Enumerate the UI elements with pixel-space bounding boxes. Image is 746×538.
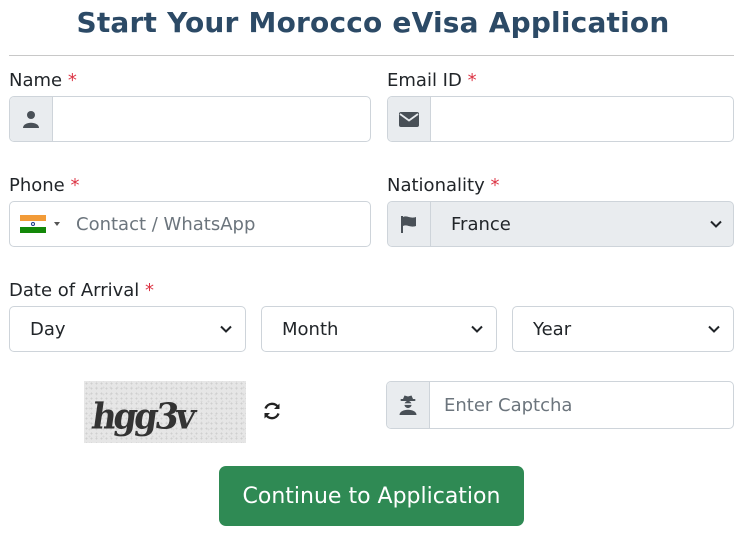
required-mark: * (467, 70, 477, 91)
captcha-field-group (386, 381, 734, 429)
email-field-group (387, 96, 734, 142)
chevron-down-icon (708, 325, 720, 333)
continue-button[interactable]: Continue to Application (219, 466, 524, 526)
user-secret-icon (387, 382, 430, 428)
arrival-label-text: Date of Arrival (9, 280, 140, 301)
captcha-image: hgg3v (84, 381, 246, 443)
year-select-value: Year (533, 318, 572, 340)
name-label-text: Name (9, 70, 63, 91)
phone-label-text: Phone (9, 175, 65, 196)
chevron-down-icon (471, 325, 483, 333)
email-label-text: Email ID (387, 70, 462, 91)
required-mark: * (490, 175, 500, 196)
nationality-label-text: Nationality (387, 175, 485, 196)
chevron-down-icon (710, 220, 722, 228)
phone-label: Phone * (9, 175, 80, 196)
india-flag-icon (20, 215, 46, 233)
captcha-input[interactable] (430, 382, 733, 428)
title-divider (9, 55, 734, 56)
phone-input[interactable] (66, 202, 370, 246)
month-select[interactable]: Month (261, 306, 497, 352)
caret-down-icon (54, 222, 60, 226)
chevron-down-icon (220, 325, 232, 333)
page-title: Start Your Morocco eVisa Application (76, 6, 670, 39)
required-mark: * (67, 70, 77, 91)
required-mark: * (70, 175, 80, 196)
user-icon (10, 97, 53, 141)
envelope-icon (388, 97, 431, 141)
nationality-select[interactable]: France (431, 202, 733, 246)
day-select[interactable]: Day (9, 306, 246, 352)
name-input[interactable] (53, 97, 370, 141)
country-code-selector[interactable] (10, 202, 66, 246)
name-label: Name * (9, 70, 77, 91)
nationality-label: Nationality * (387, 175, 499, 196)
refresh-icon[interactable] (261, 400, 283, 422)
captcha-image-text: hgg3v (89, 396, 196, 438)
arrival-label: Date of Arrival * (9, 280, 154, 301)
nationality-field-group: France (387, 201, 734, 247)
name-field-group (9, 96, 371, 142)
phone-field-group (9, 201, 371, 247)
email-label: Email ID * (387, 70, 477, 91)
month-select-value: Month (282, 318, 339, 340)
email-input[interactable] (431, 97, 733, 141)
day-select-value: Day (30, 318, 66, 340)
year-select[interactable]: Year (512, 306, 734, 352)
nationality-value: France (451, 213, 511, 235)
required-mark: * (145, 280, 155, 301)
flag-icon (388, 202, 431, 246)
